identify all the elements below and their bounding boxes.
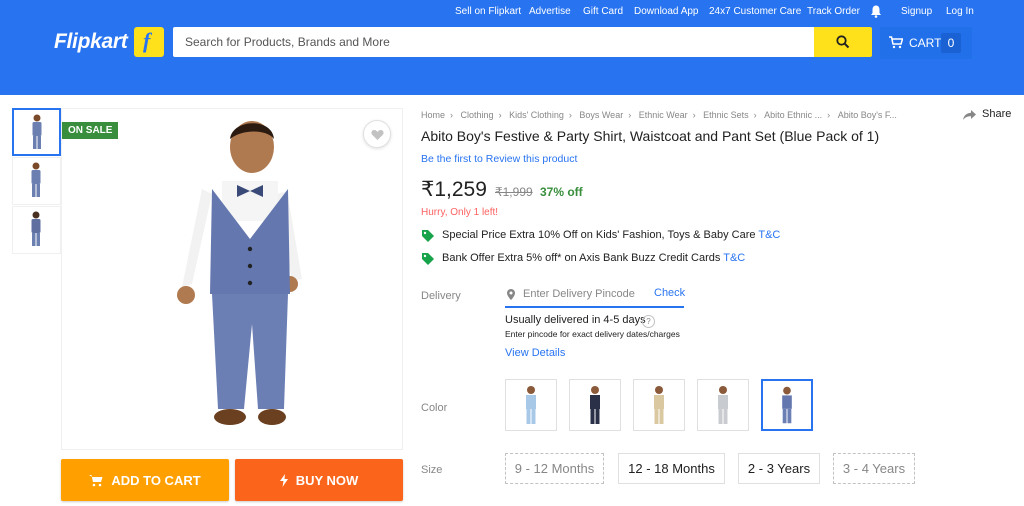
breadcrumb-abito-ethnic[interactable]: Abito Ethnic ... (764, 110, 822, 120)
thumbnail-3[interactable] (12, 206, 61, 254)
add-to-cart-button[interactable]: ADD TO CART (61, 459, 229, 501)
chevron-right-icon: › (498, 110, 502, 120)
original-price: ₹1,999 (495, 185, 533, 199)
product-title: Abito Boy's Festive & Party Shirt, Waist… (421, 128, 880, 144)
boy-in-waistcoat-image (177, 121, 302, 425)
review-link[interactable]: Be the first to Review this product (421, 153, 577, 165)
swatch-image (718, 386, 728, 424)
size-label: Size (421, 464, 443, 476)
help-icon[interactable]: ? (642, 315, 655, 328)
chevron-right-icon: › (827, 110, 831, 120)
color-swatch-light-blue[interactable] (505, 379, 557, 431)
size-option-9-12-months[interactable]: 9 - 12 Months (505, 453, 604, 484)
link-track-order[interactable]: Track Order (807, 6, 860, 17)
swatch-image (654, 386, 664, 424)
flipkart-logo[interactable]: Flipkart (54, 30, 128, 54)
cart-label: CART (909, 36, 942, 50)
delivery-label: Delivery (421, 290, 461, 302)
top-links: Sell on Flipkart Advertise Gift Card Dow… (0, 5, 1024, 21)
chevron-right-icon: › (753, 110, 757, 120)
discount: 37% off (540, 185, 583, 199)
flipkart-bag-icon[interactable] (134, 27, 164, 57)
cart-count: 0 (941, 33, 961, 53)
add-to-cart-label: ADD TO CART (111, 472, 201, 488)
breadcrumb-ethnic-sets[interactable]: Ethnic Sets (703, 110, 749, 120)
delivery-eta: Usually delivered in 4-5 days (505, 314, 646, 326)
chevron-right-icon: › (450, 110, 454, 120)
product-thumb-image (32, 114, 42, 149)
pincode-input[interactable]: Enter Delivery Pincode (523, 288, 635, 300)
delivery-note: Enter pincode for exact delivery dates/c… (505, 329, 680, 339)
buy-now-button[interactable]: BUY NOW (235, 459, 403, 501)
color-label: Color (421, 402, 448, 414)
wishlist-button[interactable] (363, 120, 391, 148)
link-signup[interactable]: Signup (901, 6, 932, 17)
color-swatch-navy[interactable] (569, 379, 621, 431)
breadcrumb-home[interactable]: Home (421, 110, 445, 120)
search-button[interactable] (814, 27, 872, 57)
swatch-image (782, 386, 792, 424)
cart-icon (89, 474, 103, 486)
location-pin-icon (507, 289, 515, 300)
breadcrumb-product[interactable]: Abito Boy's F... (838, 110, 897, 120)
search-icon (836, 35, 850, 49)
breadcrumb-clothing[interactable]: Clothing (461, 110, 494, 120)
swatch-image (526, 386, 536, 424)
link-customer-care[interactable]: 24x7 Customer Care (709, 6, 801, 17)
thumbnail-1[interactable] (12, 108, 61, 156)
chevron-right-icon: › (692, 110, 696, 120)
pincode-field[interactable]: Enter Delivery Pincode Check (505, 284, 685, 308)
tag-icon (422, 253, 434, 265)
lightning-icon (279, 473, 288, 487)
size-option-12-18-months[interactable]: 12 - 18 Months (618, 453, 725, 484)
size-option-2-3-years[interactable]: 2 - 3 Years (738, 453, 820, 484)
product-thumb-image (31, 211, 41, 246)
search-input[interactable]: Search for Products, Brands and More (173, 27, 814, 57)
price: ₹1,259 (421, 178, 487, 201)
link-download-app[interactable]: Download App (634, 6, 699, 17)
cart-button[interactable]: CART 0 (880, 27, 972, 59)
share-icon (963, 110, 976, 120)
tc-link[interactable]: T&C (758, 229, 780, 241)
color-swatch-beige[interactable] (633, 379, 685, 431)
check-button[interactable]: Check (654, 287, 685, 299)
link-login[interactable]: Log In (946, 6, 974, 17)
thumbnail-2[interactable] (12, 157, 61, 205)
size-option-3-4-years[interactable]: 3 - 4 Years (833, 453, 915, 484)
link-sell[interactable]: Sell on Flipkart (455, 6, 521, 17)
chevron-right-icon: › (568, 110, 572, 120)
cart-icon (889, 36, 903, 49)
tag-icon (422, 230, 434, 242)
bell-icon[interactable] (870, 5, 882, 21)
stock-note: Hurry, Only 1 left! (421, 207, 499, 218)
chevron-right-icon: › (628, 110, 632, 120)
breadcrumb: Home › Clothing › Kids' Clothing › Boys Wea… (421, 110, 897, 120)
breadcrumb-boys-wear[interactable]: Boys Wear (579, 110, 623, 120)
buy-now-label: BUY NOW (295, 472, 359, 488)
breadcrumb-ethnic-wear[interactable]: Ethnic Wear (639, 110, 688, 120)
link-gift-card[interactable]: Gift Card (583, 6, 623, 17)
share-label: Share (982, 108, 1012, 120)
product-image[interactable] (61, 108, 403, 450)
offer-text: Special Price Extra 10% Off on Kids' Fas… (442, 229, 756, 241)
offer-text: Bank Offer Extra 5% off* on Axis Bank Bu… (442, 252, 721, 264)
heart-icon (371, 130, 384, 140)
tc-link[interactable]: T&C (723, 252, 745, 264)
view-details-link[interactable]: View Details (505, 347, 565, 359)
on-sale-badge: ON SALE (62, 122, 119, 139)
swatch-image (590, 386, 600, 424)
breadcrumb-kids-clothing[interactable]: Kids' Clothing (509, 110, 564, 120)
link-advertise[interactable]: Advertise (529, 6, 571, 17)
color-swatch-grey[interactable] (697, 379, 749, 431)
header-bar: Sell on Flipkart Advertise Gift Card Dow… (0, 0, 1024, 95)
product-thumb-image (31, 162, 41, 197)
color-swatch-blue[interactable] (761, 379, 813, 431)
